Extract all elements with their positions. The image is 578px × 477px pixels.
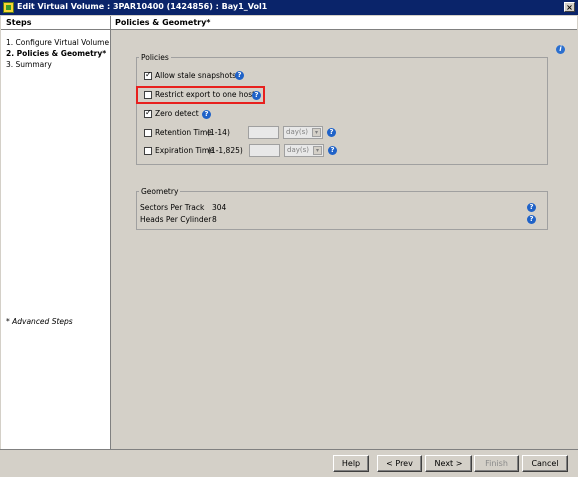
policies-legend: Policies [141, 53, 169, 62]
expiration-unit-select[interactable]: day(s) ▾ [284, 144, 324, 157]
allow-stale-snapshots-checkbox[interactable] [144, 70, 152, 80]
expiration-time-checkbox[interactable] [144, 147, 152, 155]
help-icon[interactable]: ? [527, 215, 536, 224]
retention-unit-value: day(s) [286, 128, 308, 136]
retention-time-range: (1-14) [207, 128, 230, 137]
help-icon[interactable]: ? [328, 146, 337, 155]
title-bar: Edit Virtual Volume : 3PAR10400 (1424856… [0, 0, 578, 15]
help-icon[interactable]: ? [527, 203, 536, 212]
expiration-time-label: Expiration Time [155, 146, 214, 155]
expiration-unit-value: day(s) [287, 146, 309, 154]
finish-button[interactable]: Finish [474, 455, 519, 472]
window-title: Edit Virtual Volume : 3PAR10400 (1424856… [17, 2, 268, 11]
steps-panel: Steps 1. Configure Virtual Volume 2. Pol… [1, 16, 111, 449]
chevron-down-icon: ▾ [312, 128, 321, 137]
steps-header: Steps [1, 16, 110, 30]
advanced-steps-note: * Advanced Steps [6, 317, 73, 326]
prev-button[interactable]: < Prev [377, 455, 422, 472]
next-button[interactable]: Next > [425, 455, 472, 472]
retention-time-checkbox[interactable] [144, 129, 152, 137]
heads-per-cylinder-label: Heads Per Cylinder [140, 215, 212, 224]
zero-detect-label: Zero detect [155, 109, 199, 118]
app-icon [3, 2, 14, 13]
page-title: Policies & Geometry* [111, 16, 577, 30]
close-button[interactable]: × [564, 2, 575, 12]
chevron-down-icon: ▾ [313, 146, 322, 155]
allow-stale-snapshots-label: Allow stale snapshots [155, 71, 237, 80]
help-icon[interactable]: ? [327, 128, 336, 137]
zero-detect-checkbox[interactable] [144, 108, 152, 118]
step-configure-virtual-volume[interactable]: 1. Configure Virtual Volume [6, 38, 109, 47]
expiration-time-range: (1-1,825) [208, 146, 243, 155]
help-button[interactable]: Help [333, 455, 369, 472]
step-summary[interactable]: 3. Summary [6, 60, 52, 69]
retention-unit-select[interactable]: day(s) ▾ [283, 126, 323, 139]
sectors-per-track-value: 304 [212, 203, 227, 212]
help-icon[interactable]: ? [235, 71, 244, 80]
retention-time-label: Retention Time [155, 128, 212, 137]
geometry-legend: Geometry [141, 187, 179, 196]
step-policies-geometry[interactable]: 2. Policies & Geometry* [6, 49, 106, 58]
retention-time-input[interactable] [248, 126, 279, 139]
help-icon[interactable]: ? [202, 110, 211, 119]
cancel-button[interactable]: Cancel [522, 455, 568, 472]
highlight-box [136, 86, 265, 104]
expiration-time-input[interactable] [249, 144, 280, 157]
info-icon[interactable]: i [556, 45, 565, 54]
heads-per-cylinder-value: 8 [212, 215, 217, 224]
sectors-per-track-label: Sectors Per Track [140, 203, 205, 212]
